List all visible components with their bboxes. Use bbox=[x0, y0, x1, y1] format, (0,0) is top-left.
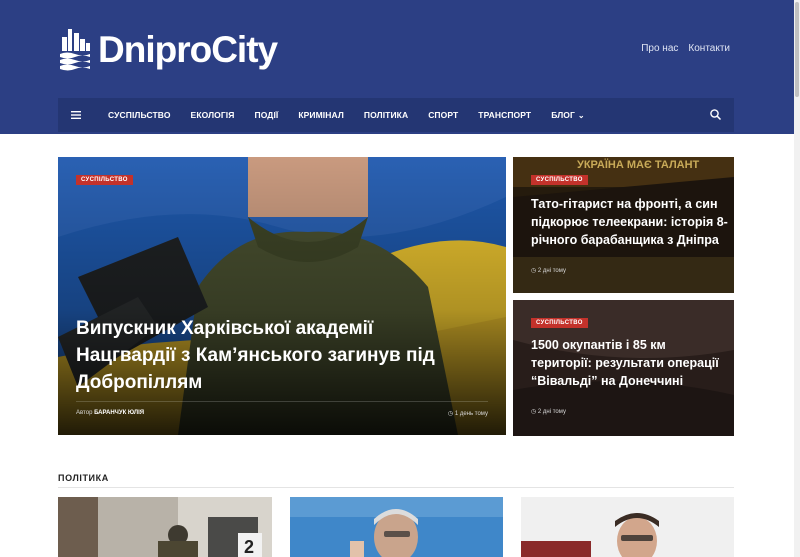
hero-article[interactable]: СУСПІЛЬСТВО Випускник Харківської академ… bbox=[58, 157, 506, 435]
side-article-1-title[interactable]: Тато-гітарист на фронті, а син підкорює … bbox=[531, 195, 731, 249]
scrollbar-thumb[interactable] bbox=[795, 2, 799, 97]
nav-item-transport[interactable]: ТРАНСПОРТ bbox=[478, 110, 531, 120]
clock-icon: ◷ bbox=[447, 411, 454, 417]
politics-article-2[interactable] bbox=[290, 497, 503, 557]
nav-item-society[interactable]: СУСПІЛЬСТВО bbox=[108, 110, 171, 120]
side-article-2-time: ◷ 2 дні тому bbox=[531, 408, 566, 415]
politics-article-1-image: 2 bbox=[58, 497, 272, 557]
hero-meta: Автор БАРАНЧУК ЮЛІЯ ◷ 1 день тому bbox=[76, 401, 488, 417]
menu-icon bbox=[71, 111, 81, 119]
chevron-down-icon: ⌄ bbox=[577, 111, 585, 120]
clock-icon: ◷ bbox=[531, 409, 537, 415]
side-article-2-title[interactable]: 1500 окупантів і 85 км території: резуль… bbox=[531, 336, 726, 390]
category-badge[interactable]: СУСПІЛЬСТВО bbox=[531, 318, 588, 328]
nav-item-ecology[interactable]: ЕКОЛОГІЯ bbox=[191, 110, 235, 120]
svg-text:2: 2 bbox=[244, 537, 254, 557]
politics-article-1[interactable]: 2 bbox=[58, 497, 272, 557]
section-divider bbox=[58, 487, 734, 488]
city-logo-icon bbox=[60, 29, 90, 71]
section-title-politics[interactable]: ПОЛІТИКА bbox=[58, 473, 109, 483]
side-article-1[interactable]: УКРАЇНА МАЄ ТАЛАНТ СУСПІЛЬСТВО Тато-гіта… bbox=[513, 157, 734, 293]
site-header: DniproCity Про нас Контакти СУСПІЛЬСТВО … bbox=[0, 0, 800, 134]
nav-item-sport[interactable]: СПОРТ bbox=[428, 110, 458, 120]
clock-icon: ◷ bbox=[531, 268, 537, 274]
logo-text: DniproCity bbox=[98, 29, 278, 70]
hero-time: ◷ 1 день тому bbox=[448, 410, 488, 417]
hero-time-text: 1 день тому bbox=[454, 411, 488, 417]
about-link[interactable]: Про нас bbox=[641, 43, 678, 54]
side-article-1-time: ◷ 2 дні тому bbox=[531, 267, 566, 274]
main-navigation: СУСПІЛЬСТВО ЕКОЛОГІЯ ПОДІЇ КРИМІНАЛ ПОЛІ… bbox=[58, 98, 734, 132]
page-scrollbar[interactable] bbox=[794, 0, 800, 557]
side-article-2-time-text: 2 дні тому bbox=[537, 409, 566, 415]
contacts-link[interactable]: Контакти bbox=[688, 43, 730, 54]
site-logo[interactable]: DniproCity bbox=[58, 24, 278, 76]
nav-item-politics[interactable]: ПОЛІТИКА bbox=[364, 110, 408, 120]
top-links: Про нас Контакти bbox=[641, 43, 730, 54]
nav-item-crime[interactable]: КРИМІНАЛ bbox=[298, 110, 344, 120]
menu-button[interactable] bbox=[58, 98, 94, 132]
hero-title[interactable]: Випускник Харківської академії Нацгварді… bbox=[76, 315, 476, 396]
search-icon[interactable] bbox=[708, 107, 724, 123]
category-badge[interactable]: СУСПІЛЬСТВО bbox=[531, 175, 588, 185]
author-label: Автор bbox=[76, 410, 93, 416]
politics-article-3[interactable] bbox=[521, 497, 734, 557]
nav-item-events[interactable]: ПОДІЇ bbox=[254, 110, 278, 120]
side-article-1-bg-text: УКРАЇНА МАЄ ТАЛАНТ bbox=[577, 159, 700, 171]
nav-item-blog[interactable]: БЛОГ ⌄ bbox=[551, 110, 585, 120]
author-name[interactable]: БАРАНЧУК ЮЛІЯ bbox=[94, 410, 144, 416]
category-badge[interactable]: СУСПІЛЬСТВО bbox=[76, 175, 133, 185]
nav-item-blog-label: БЛОГ bbox=[551, 110, 575, 120]
politics-article-3-image bbox=[521, 497, 734, 557]
politics-article-2-image bbox=[290, 497, 503, 557]
side-article-1-time-text: 2 дні тому bbox=[537, 268, 566, 274]
author-line: Автор БАРАНЧУК ЮЛІЯ bbox=[76, 410, 144, 417]
side-article-2[interactable]: СУСПІЛЬСТВО 1500 окупантів і 85 км терит… bbox=[513, 300, 734, 436]
